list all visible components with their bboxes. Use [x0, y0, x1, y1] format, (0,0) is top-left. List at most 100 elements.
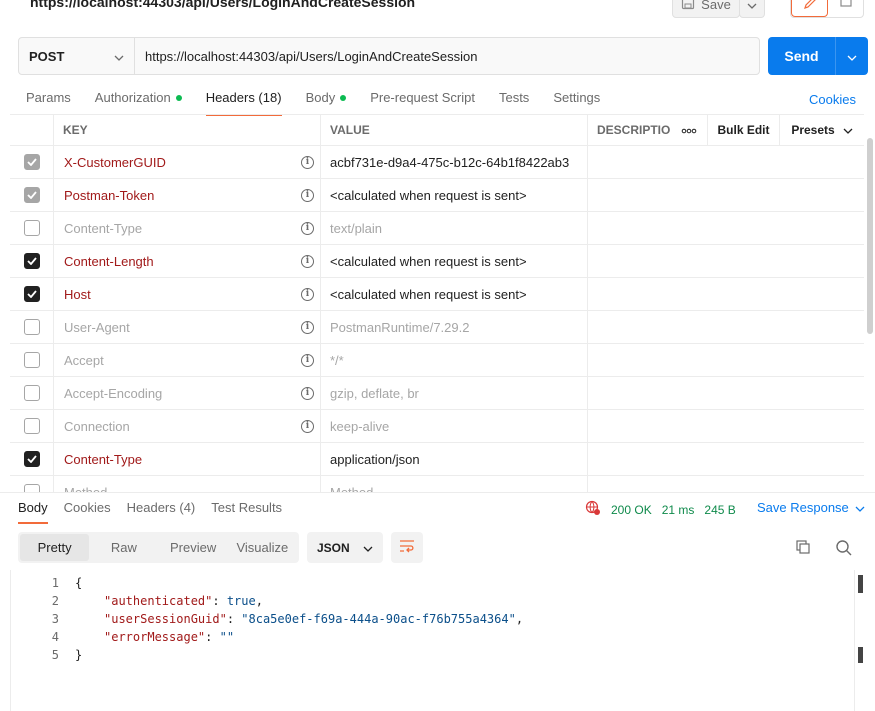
more-options-button[interactable] — [670, 115, 708, 145]
row-enable-checkbox[interactable] — [23, 418, 40, 434]
url-input[interactable] — [135, 38, 759, 74]
header-value-cell[interactable]: <calculated when request is sent> — [321, 245, 588, 277]
chevron-down-icon — [843, 123, 853, 137]
response-size[interactable]: 245 B — [704, 503, 735, 517]
header-key-cell[interactable]: Method — [54, 476, 321, 492]
header-value-cell[interactable]: gzip, deflate, br — [321, 377, 588, 409]
edit-button[interactable] — [791, 0, 828, 17]
tab-authorization[interactable]: Authorization — [95, 90, 182, 116]
format-select[interactable]: JSON — [307, 532, 383, 563]
presets-dropdown[interactable]: Presets — [780, 115, 864, 145]
header-description-cell[interactable] — [588, 344, 864, 376]
save-dropdown-button[interactable] — [739, 0, 765, 18]
response-tab-headers[interactable]: Headers (4) — [127, 500, 196, 524]
method-select[interactable]: POST — [19, 38, 135, 74]
wrap-lines-button[interactable] — [391, 532, 423, 563]
tab-body[interactable]: Body — [306, 90, 347, 116]
row-enable-checkbox[interactable] — [23, 385, 40, 401]
header-key-cell[interactable]: Connection i — [54, 410, 321, 442]
view-pretty[interactable]: Pretty — [20, 534, 90, 561]
tab-headers[interactable]: Headers (18) — [205, 90, 282, 116]
row-enable-checkbox[interactable] — [23, 484, 40, 492]
header-key-cell[interactable]: Postman-Token i — [54, 179, 321, 211]
checkmark-icon — [26, 257, 37, 265]
header-key-cell[interactable]: Accept i — [54, 344, 321, 376]
tab-params[interactable]: Params — [26, 90, 71, 116]
response-tab-test-results[interactable]: Test Results — [211, 500, 282, 524]
header-value-cell[interactable]: application/json — [321, 443, 588, 475]
info-icon[interactable]: i — [301, 188, 314, 202]
save-button[interactable]: Save — [672, 0, 740, 18]
edit-docs-toggle[interactable] — [790, 0, 864, 18]
row-enable-checkbox[interactable] — [23, 187, 40, 203]
cookies-link[interactable]: Cookies — [809, 92, 856, 107]
response-divider[interactable] — [0, 492, 875, 493]
header-description-cell[interactable] — [588, 278, 864, 310]
header-description-cell[interactable] — [588, 311, 864, 343]
bulk-edit-button[interactable]: Bulk Edit — [708, 115, 780, 145]
header-value-cell[interactable]: PostmanRuntime/7.29.2 — [321, 311, 588, 343]
header-value-cell[interactable]: <calculated when request is sent> — [321, 179, 588, 211]
status-code[interactable]: 200 OK — [611, 503, 652, 517]
header-description-cell[interactable] — [588, 377, 864, 409]
header-description-cell[interactable] — [588, 476, 864, 492]
response-tab-body[interactable]: Body — [18, 500, 48, 524]
info-icon[interactable]: i — [301, 386, 314, 400]
copy-button[interactable] — [795, 539, 811, 558]
send-button[interactable]: Send — [768, 37, 868, 75]
header-description-cell[interactable] — [588, 212, 864, 244]
row-enable-checkbox[interactable] — [23, 286, 40, 302]
header-key-cell[interactable]: Host i — [54, 278, 321, 310]
view-preview[interactable]: Preview — [159, 534, 228, 561]
header-description-cell[interactable] — [588, 410, 864, 442]
header-description-cell[interactable] — [588, 443, 864, 475]
save-response-button[interactable]: Save Response — [757, 500, 865, 515]
info-icon[interactable]: i — [301, 155, 314, 169]
row-enable-checkbox[interactable] — [23, 451, 40, 467]
row-enable-checkbox[interactable] — [23, 220, 40, 236]
header-key-cell[interactable]: Content-Type — [54, 443, 321, 475]
header-value-cell[interactable]: <calculated when request is sent> — [321, 278, 588, 310]
request-title: https://localhost:44303/api/Users/LoginA… — [30, 0, 416, 10]
header-key-cell[interactable]: Accept-Encoding i — [54, 377, 321, 409]
info-icon[interactable]: i — [301, 221, 314, 235]
line-number: 1 — [51, 576, 59, 590]
view-raw[interactable]: Raw — [89, 534, 158, 561]
response-tab-cookies[interactable]: Cookies — [64, 500, 111, 524]
row-enable-checkbox[interactable] — [23, 319, 40, 335]
send-dropdown-button[interactable] — [836, 37, 868, 75]
header-key-cell[interactable]: X-CustomerGUID i — [54, 146, 321, 178]
header-value-cell[interactable]: text/plain — [321, 212, 588, 244]
header-value-cell[interactable]: Method — [321, 476, 588, 492]
tab-pre-request-script[interactable]: Pre-request Script — [370, 90, 475, 116]
header-value-cell[interactable]: keep-alive — [321, 410, 588, 442]
row-enable-checkbox[interactable] — [23, 154, 40, 170]
info-icon[interactable]: i — [301, 419, 314, 433]
info-icon[interactable]: i — [301, 287, 314, 301]
header-description-cell[interactable] — [588, 245, 864, 277]
header-key-cell[interactable]: Content-Length i — [54, 245, 321, 277]
header-description-cell[interactable] — [588, 146, 864, 178]
header-key-cell[interactable]: User-Agent i — [54, 311, 321, 343]
info-icon[interactable]: i — [301, 320, 314, 334]
response-body-editor[interactable]: 1 2 3 4 5 { "authenticated": true, "user… — [10, 570, 855, 711]
comment-icon — [839, 0, 853, 13]
globe-icon[interactable] — [585, 500, 601, 519]
info-icon[interactable]: i — [301, 254, 314, 268]
comments-button[interactable] — [828, 0, 863, 17]
header-value-cell[interactable]: acbf731e-d9a4-475c-b12c-64b1f8422ab3 — [321, 146, 588, 178]
tab-settings[interactable]: Settings — [553, 90, 600, 116]
row-enable-checkbox[interactable] — [23, 253, 40, 269]
table-scrollbar[interactable] — [867, 138, 873, 334]
info-icon[interactable]: i — [301, 353, 314, 367]
search-button[interactable] — [835, 539, 853, 560]
header-key-cell[interactable]: Content-Type i — [54, 212, 321, 244]
header-description-cell[interactable] — [588, 179, 864, 211]
response-time[interactable]: 21 ms — [662, 503, 695, 517]
header-value-cell[interactable]: */* — [321, 344, 588, 376]
tab-tests[interactable]: Tests — [499, 90, 529, 116]
checkmark-icon — [26, 158, 37, 166]
row-enable-checkbox[interactable] — [23, 352, 40, 368]
view-visualize[interactable]: Visualize — [228, 534, 297, 561]
save-label: Save — [701, 0, 731, 12]
